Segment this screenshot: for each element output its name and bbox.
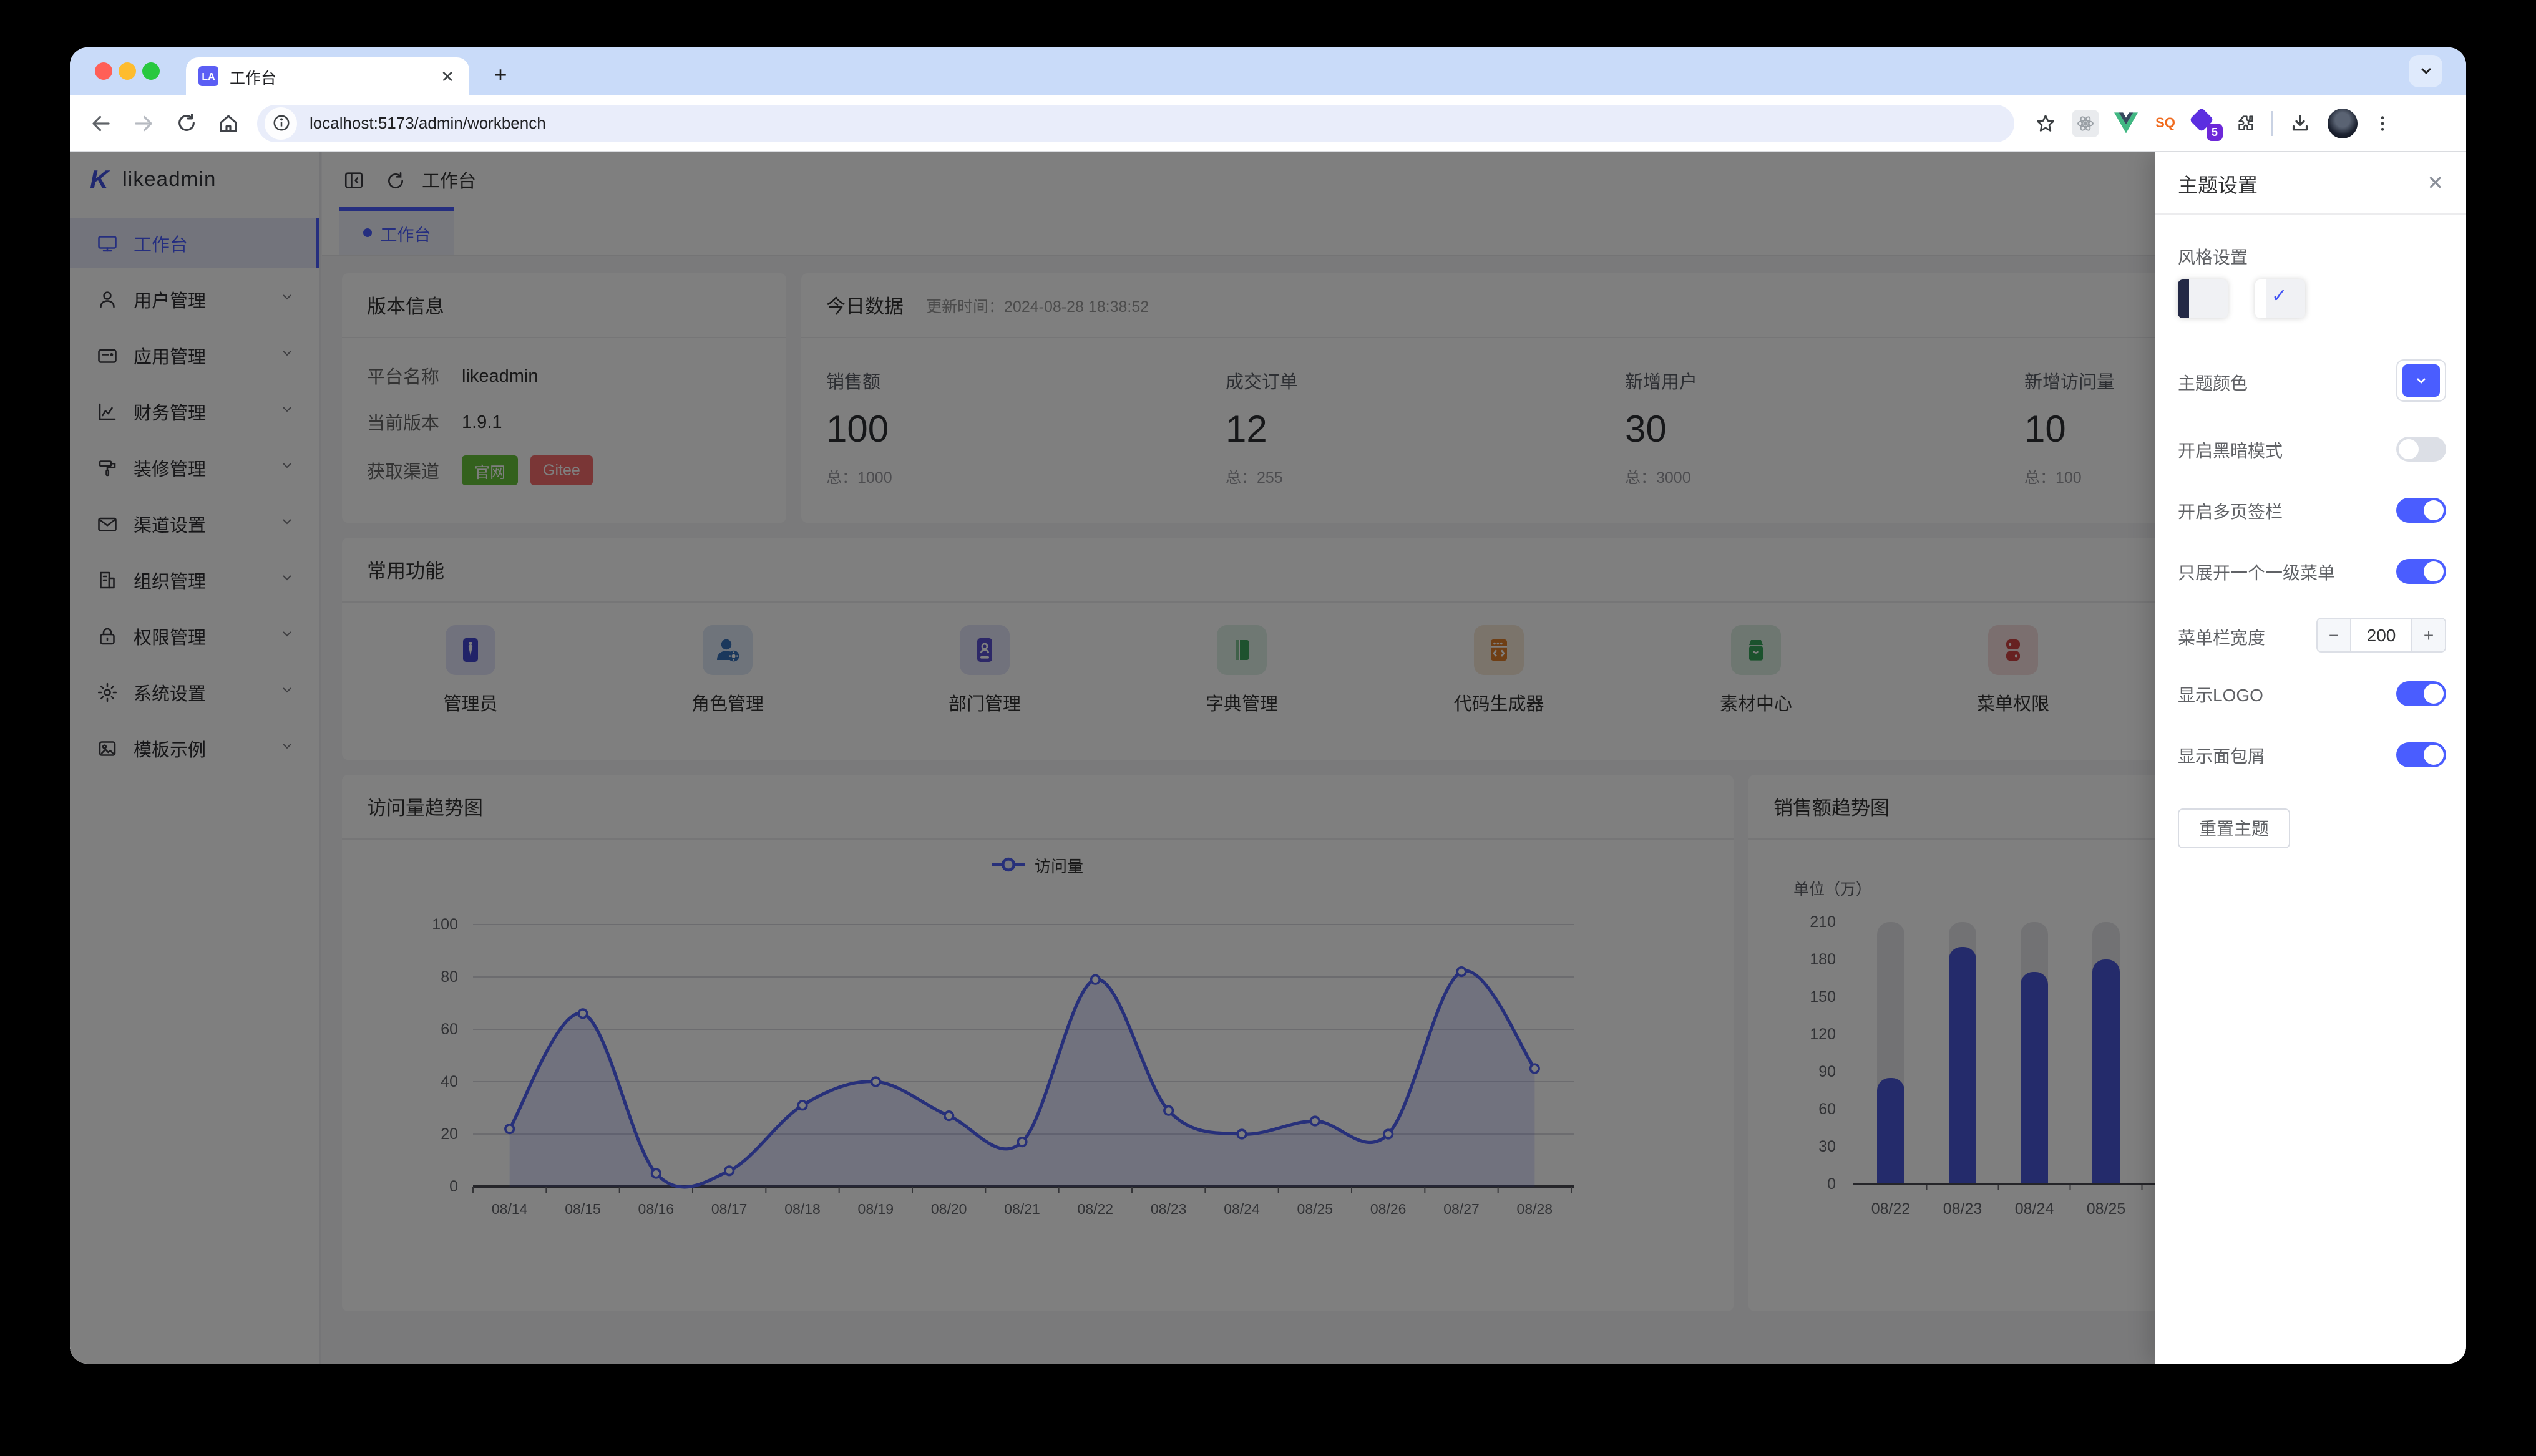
dark-mode-label: 开启黑暗模式 [2178,440,2283,460]
color-swatch [2402,364,2440,397]
dark-mode-row: 开启黑暗模式 [2155,434,2466,464]
multi-tab-bar-switch[interactable] [2396,498,2446,523]
menu-width-stepper: − 200 + [2316,618,2446,653]
menu-width-label: 菜单栏宽度 [2178,628,2265,648]
menu-width-row: 菜单栏宽度 − 200 + [2155,618,2466,653]
drawer-title: 主题设置 [2178,175,2258,197]
theme-color-label: 主题颜色 [2178,373,2248,393]
drawer-modal-overlay[interactable] [70,152,2466,1364]
multi-tab-bar-row: 开启多页签栏 [2155,495,2466,525]
forward-icon[interactable] [122,102,165,144]
layout-style-light-selected[interactable]: ✓ [2255,279,2305,318]
sq-extension-icon[interactable]: SQ [2152,109,2179,137]
extension-badge-5[interactable]: 5 [2189,107,2223,140]
screen: LA 工作台 ✕ + localhost:5173/admin/workbenc… [0,0,2536,1456]
browser-tab-title: 工作台 [230,69,277,87]
bookmark-star-icon[interactable] [2032,102,2059,144]
tab-close-icon[interactable]: ✕ [438,66,457,87]
theme-settings-drawer: 主题设置 ✕ 风格设置 ✓ 主题颜色 开启黑暗模式 开启多页签栏 只展开一个一级菜单… [2155,152,2466,1364]
vue-devtools-extension-icon[interactable] [2112,109,2139,137]
increase-button[interactable]: + [2412,619,2445,651]
theme-color-picker[interactable] [2396,359,2446,402]
style-section-label: 风格设置 [2178,247,2248,267]
single-expand-menu-label: 只展开一个一级菜单 [2178,563,2335,583]
drawer-close-icon[interactable]: ✕ [2427,170,2444,195]
url-text: localhost:5173/admin/workbench [310,114,546,132]
home-icon[interactable] [207,102,250,144]
menu-width-value[interactable]: 200 [2350,619,2412,651]
reload-icon[interactable] [165,102,207,144]
dark-sidebar-strip [2178,279,2189,318]
react-devtools-extension-icon[interactable] [2072,109,2099,137]
drawer-body: 风格设置 ✓ 主题颜色 开启黑暗模式 开启多页签栏 只展开一个一级菜单 菜单栏宽度 … [2155,215,2466,1364]
layout-style-dark-sidebar[interactable] [2178,279,2228,318]
extension-badge-count: 5 [2207,123,2223,140]
browser-tab-strip: LA 工作台 ✕ + [70,47,2466,95]
reset-theme-button[interactable]: 重置主题 [2178,808,2290,848]
decrease-button[interactable]: − [2318,619,2350,651]
toolbar-right: SQ 5 [2032,102,2395,144]
toolbar-divider [2271,110,2273,135]
single-expand-menu-row: 只展开一个一级菜单 [2155,556,2466,586]
back-icon[interactable] [80,102,122,144]
browser-tab[interactable]: LA 工作台 ✕ [186,57,469,95]
kebab-menu-icon[interactable] [2370,102,2395,144]
traffic-light-minimize-icon[interactable] [119,62,136,80]
downloads-icon[interactable] [2285,102,2315,144]
url-bar[interactable]: localhost:5173/admin/workbench [257,104,2014,142]
extensions-puzzle-icon[interactable] [2231,109,2259,137]
dark-mode-switch[interactable] [2396,437,2446,462]
browser-window: LA 工作台 ✕ + localhost:5173/admin/workbenc… [70,47,2466,1364]
multi-tab-bar-label: 开启多页签栏 [2178,502,2283,522]
traffic-light-close-icon[interactable] [95,62,112,80]
show-breadcrumb-switch[interactable] [2396,742,2446,767]
show-logo-switch[interactable] [2396,681,2446,706]
drawer-header: 主题设置 ✕ [2155,152,2466,215]
show-logo-row: 显示LOGO [2155,679,2466,709]
profile-avatar[interactable] [2328,108,2358,138]
show-logo-label: 显示LOGO [2178,685,2263,705]
traffic-light-zoom-icon[interactable] [142,62,160,80]
show-breadcrumb-label: 显示面包屑 [2178,746,2265,766]
browser-toolbar: localhost:5173/admin/workbench SQ 5 [70,95,2466,152]
app-viewport: K likeadmin 工作台用户管理应用管理财务管理装修管理渠道设置组织管理权… [70,152,2466,1364]
site-favicon: LA [198,66,218,86]
tab-search-chevron-icon[interactable] [2409,55,2442,87]
show-breadcrumb-row: 显示面包屑 [2155,740,2466,770]
site-info-icon[interactable] [265,107,297,139]
selected-check-icon: ✓ [2271,286,2288,307]
new-tab-button[interactable]: + [484,59,517,91]
single-expand-menu-switch[interactable] [2396,559,2446,584]
